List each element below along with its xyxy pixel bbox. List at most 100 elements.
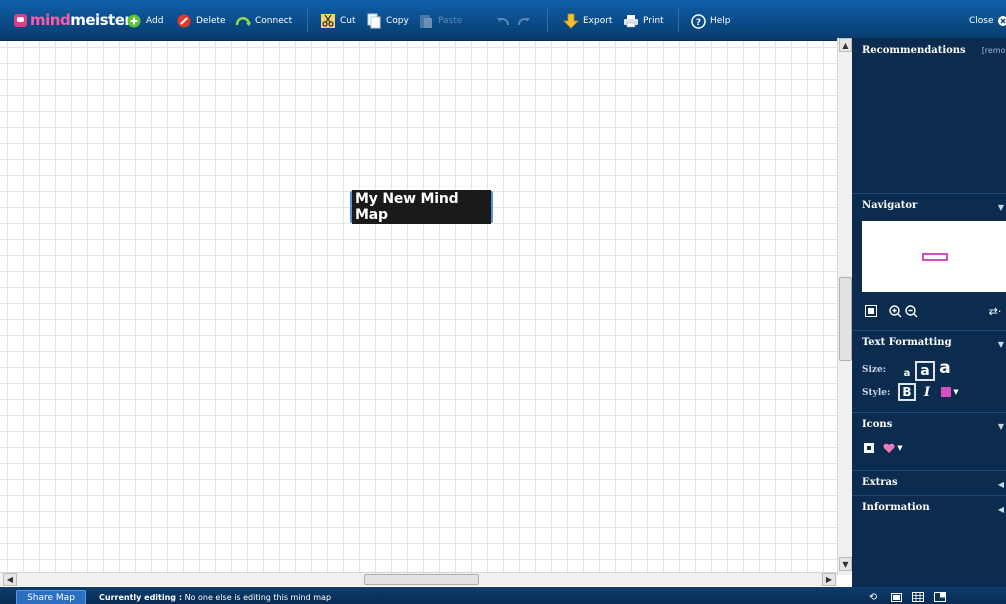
icons-header[interactable]: Icons ▼ xyxy=(852,412,1006,436)
bold-toggle[interactable]: B xyxy=(898,383,916,401)
undo-button[interactable] xyxy=(495,12,511,30)
vertical-scroll-thumb[interactable] xyxy=(839,277,852,361)
cut-label: Cut xyxy=(340,16,356,26)
text-formatting-header[interactable]: Text Formatting ▼ xyxy=(852,330,1006,354)
close-button[interactable]: Close xyxy=(969,12,1006,30)
color-swatch xyxy=(941,387,952,397)
logo-text-meister: meister xyxy=(70,11,132,29)
toolbar-divider xyxy=(678,8,679,32)
help-label: Help xyxy=(710,16,731,26)
redo-button[interactable] xyxy=(516,12,532,30)
extras-header[interactable]: Extras ◀ xyxy=(852,470,1006,494)
export-arrow-icon xyxy=(563,13,579,29)
print-button[interactable]: Print xyxy=(623,12,664,30)
navigator-preview[interactable] xyxy=(862,221,1006,292)
undo-icon xyxy=(495,13,511,29)
icons-title: Icons xyxy=(862,419,893,430)
close-label: Close xyxy=(969,16,994,26)
icon-picker-button[interactable]: ▼ xyxy=(882,441,904,455)
zoom-in-icon xyxy=(888,304,901,317)
dropdown-arrow-icon: ▼ xyxy=(953,388,959,396)
copy-button[interactable]: Copy xyxy=(366,12,409,30)
add-label: Add xyxy=(146,16,164,26)
vertical-scrollbar[interactable]: ▲ ▼ xyxy=(837,38,852,575)
extras-title: Extras xyxy=(862,477,898,488)
font-size-small-option[interactable]: a xyxy=(899,365,915,381)
fit-map-button[interactable] xyxy=(863,303,879,319)
chevron-down-icon: ▼ xyxy=(997,421,1004,431)
layout-switch-button[interactable]: ⇄· xyxy=(984,303,1006,319)
editing-status-text: No one else is editing this mind map xyxy=(184,593,332,602)
font-size-large-option[interactable]: a xyxy=(935,358,955,378)
information-title: Information xyxy=(862,502,930,513)
fullscreen-icon[interactable] xyxy=(934,591,946,603)
navigator-header[interactable]: Navigator ▼ xyxy=(852,193,1006,217)
help-question-icon: ? xyxy=(690,13,706,29)
grid-view-icon[interactable] xyxy=(912,591,924,603)
record-icon[interactable] xyxy=(890,591,902,603)
horizontal-scrollbar[interactable]: ◀ ▶ xyxy=(0,572,837,586)
dropdown-arrow-icon: ▼ xyxy=(897,444,903,452)
font-size-medium-option[interactable]: a xyxy=(915,361,935,381)
paste-button[interactable]: Paste xyxy=(418,12,462,30)
scissors-icon xyxy=(320,13,336,29)
scroll-left-button[interactable]: ◀ xyxy=(3,573,17,586)
recommendations-header[interactable]: Recommendations [remove xyxy=(852,38,1006,62)
chevron-left-icon: ◀ xyxy=(997,479,1004,489)
export-button[interactable]: Export xyxy=(563,12,612,30)
information-header[interactable]: Information ◀ xyxy=(852,495,1006,519)
right-sidebar: Recommendations [remove Navigator ▼ ⇄· T… xyxy=(852,38,1006,587)
delete-button[interactable]: Delete xyxy=(176,12,226,30)
add-icon xyxy=(126,13,142,29)
root-node[interactable]: My New Mind Map xyxy=(350,190,493,224)
text-formatting-title: Text Formatting xyxy=(862,337,952,348)
delete-label: Delete xyxy=(196,16,226,26)
zoom-out-button[interactable] xyxy=(903,303,919,319)
history-icon[interactable]: ⟲ xyxy=(867,591,879,603)
scroll-up-button[interactable]: ▲ xyxy=(839,38,852,52)
fit-map-icon xyxy=(865,305,877,317)
toolbar-divider xyxy=(307,8,308,32)
scroll-right-button[interactable]: ▶ xyxy=(822,573,836,586)
zoom-in-button[interactable] xyxy=(887,303,903,319)
redo-icon xyxy=(516,13,532,29)
paste-label: Paste xyxy=(438,16,463,26)
zoom-out-icon xyxy=(904,304,917,317)
mind-map-canvas[interactable]: My New Mind Map xyxy=(0,41,837,572)
share-map-button[interactable]: Share Map xyxy=(16,590,86,604)
navigator-title: Navigator xyxy=(862,200,918,211)
swap-arrows-icon: ⇄· xyxy=(988,304,1002,318)
mindmeister-logo[interactable]: mind meister xyxy=(14,11,132,29)
text-color-picker[interactable]: ▼ xyxy=(940,386,960,398)
root-node-text[interactable]: My New Mind Map xyxy=(352,190,491,224)
add-button[interactable]: Add xyxy=(126,12,163,30)
paste-icon xyxy=(418,13,434,29)
connect-button[interactable]: Connect xyxy=(235,12,292,30)
logo-text-mind: mind xyxy=(30,11,71,29)
italic-toggle[interactable]: I xyxy=(920,383,934,401)
checkbox-icon xyxy=(864,443,874,453)
delete-icon xyxy=(176,13,192,29)
main-toolbar: mindmeister Add Delete Connect Cut Copy xyxy=(0,0,1006,41)
size-label: Size: xyxy=(862,365,887,375)
svg-text:?: ? xyxy=(695,18,700,28)
task-icon-button[interactable] xyxy=(863,442,875,454)
chevron-down-icon: ▼ xyxy=(997,339,1004,349)
connect-label: Connect xyxy=(255,16,293,26)
chevron-left-icon: ◀ xyxy=(997,504,1004,514)
help-button[interactable]: ? Help xyxy=(690,12,731,30)
chevron-down-icon: ▼ xyxy=(997,202,1004,212)
horizontal-scroll-thumb[interactable] xyxy=(364,574,479,585)
print-label: Print xyxy=(643,16,664,26)
export-label: Export xyxy=(583,16,613,26)
connect-icon xyxy=(235,13,251,29)
editing-status: Currently editing : No one else is editi… xyxy=(99,593,331,602)
scroll-down-button[interactable]: ▼ xyxy=(839,557,852,571)
navigator-viewport-frame[interactable] xyxy=(922,253,948,261)
cut-button[interactable]: Cut xyxy=(320,12,356,30)
style-label: Style: xyxy=(862,388,891,398)
copy-label: Copy xyxy=(386,16,409,26)
logo-icon xyxy=(14,13,27,27)
recommendations-remove-link[interactable]: [remove xyxy=(982,46,1006,55)
copy-icon xyxy=(366,13,382,29)
